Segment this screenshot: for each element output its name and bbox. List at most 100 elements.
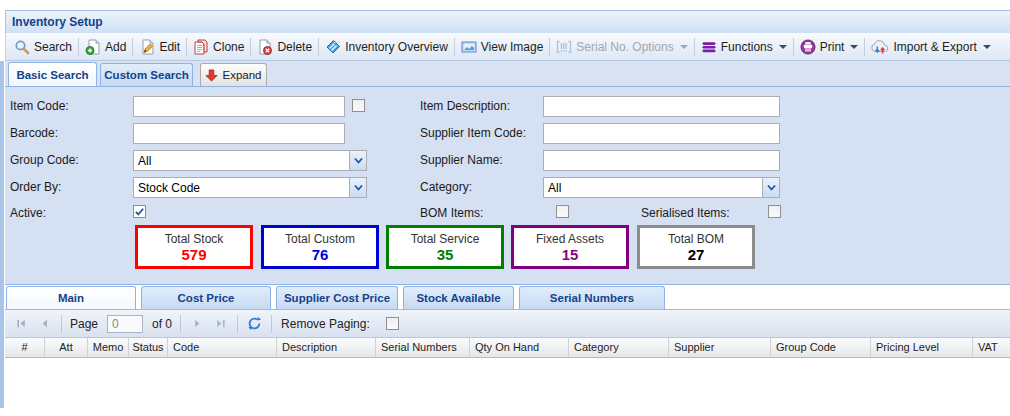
- toolbar-separator: [250, 38, 251, 56]
- functions-icon: [701, 39, 717, 55]
- grid-header: # Att Memo Status Code Description Seria…: [5, 337, 1010, 358]
- group-code-combo[interactable]: All: [133, 150, 367, 171]
- category-combo[interactable]: All: [543, 177, 780, 198]
- supplier-name-input[interactable]: [543, 150, 780, 171]
- column-header[interactable]: Supplier: [669, 338, 771, 357]
- serialised-items-checkbox[interactable]: [768, 205, 781, 218]
- toolbar-separator: [318, 38, 319, 56]
- dropdown-caret-icon: [983, 45, 991, 49]
- column-header[interactable]: #: [5, 338, 45, 357]
- first-page-button[interactable]: [14, 316, 29, 331]
- active-label: Active:: [10, 206, 46, 220]
- print-button[interactable]: Print: [796, 36, 863, 58]
- next-page-button[interactable]: [190, 316, 205, 331]
- supplier-item-code-label: Supplier Item Code:: [420, 126, 526, 140]
- toolbar-separator: [454, 38, 455, 56]
- total-service-box: Total Service 35: [386, 225, 504, 269]
- column-header[interactable]: VAT: [973, 338, 1010, 357]
- bom-items-checkbox[interactable]: [556, 205, 569, 218]
- search-tabstrip: Basic Search Custom Search Expand: [5, 61, 1010, 87]
- view-image-button[interactable]: View Image: [457, 36, 547, 58]
- print-icon: [800, 39, 816, 55]
- column-header[interactable]: Category: [569, 338, 669, 357]
- column-header[interactable]: Description: [277, 338, 376, 357]
- search-icon: [14, 39, 30, 55]
- chevron-down-icon: [354, 157, 363, 164]
- page-of-label: of 0: [152, 317, 172, 331]
- add-button[interactable]: Add: [81, 36, 130, 58]
- order-by-label: Order By:: [10, 180, 61, 194]
- paging-separator: [271, 315, 272, 333]
- delete-icon: [257, 39, 273, 55]
- tab-supplier-cost-price[interactable]: Supplier Cost Price: [276, 286, 398, 309]
- paging-separator: [180, 315, 181, 333]
- remove-paging-checkbox[interactable]: [386, 317, 399, 330]
- toolbar-separator: [864, 38, 865, 56]
- remove-paging-label: Remove Paging:: [281, 317, 370, 331]
- prev-page-button[interactable]: [37, 316, 52, 331]
- import-export-button[interactable]: Import & Export: [867, 36, 994, 58]
- search-button[interactable]: Search: [10, 36, 76, 58]
- delete-button[interactable]: Delete: [253, 36, 316, 58]
- grid-body: [5, 358, 1010, 416]
- add-icon: [85, 39, 101, 55]
- column-header[interactable]: Qty On Hand: [470, 338, 569, 357]
- column-header[interactable]: Status: [129, 338, 168, 357]
- tab-basic-search[interactable]: Basic Search: [8, 62, 97, 86]
- tab-stock-available[interactable]: Stock Available: [403, 286, 514, 309]
- item-code-input[interactable]: [133, 96, 345, 117]
- image-icon: [461, 39, 477, 55]
- chevron-down-icon: [767, 184, 776, 191]
- total-stock-box: Total Stock 579: [135, 225, 253, 269]
- dropdown-caret-icon: [850, 45, 858, 49]
- barcode-input[interactable]: [133, 123, 345, 144]
- tab-expand[interactable]: Expand: [200, 63, 267, 86]
- expand-arrow-icon: [205, 69, 218, 82]
- supplier-item-code-input[interactable]: [543, 123, 780, 144]
- chevron-down-icon: [354, 184, 363, 191]
- tab-custom-search[interactable]: Custom Search: [100, 63, 193, 86]
- active-checkbox[interactable]: [133, 205, 146, 218]
- category-label: Category:: [420, 180, 472, 194]
- edit-icon: [139, 39, 155, 55]
- toolbar-separator: [549, 38, 550, 56]
- last-page-button[interactable]: [213, 316, 228, 331]
- clone-button[interactable]: Clone: [189, 36, 248, 58]
- refresh-button[interactable]: [247, 316, 262, 331]
- column-header[interactable]: Memo: [88, 338, 129, 357]
- page-label: Page: [70, 317, 98, 331]
- bom-items-label: BOM Items:: [420, 206, 483, 220]
- functions-button[interactable]: Functions: [697, 36, 791, 58]
- edit-button[interactable]: Edit: [135, 36, 184, 58]
- tab-cost-price[interactable]: Cost Price: [141, 286, 271, 309]
- dropdown-caret-icon: [680, 45, 688, 49]
- inventory-overview-button[interactable]: Inventory Overview: [321, 36, 452, 58]
- serialised-items-label: Serialised Items:: [641, 206, 730, 220]
- column-header[interactable]: Pricing Level: [871, 338, 973, 357]
- column-header[interactable]: Code: [168, 338, 277, 357]
- tab-serial-numbers[interactable]: Serial Numbers: [519, 286, 665, 309]
- toolbar-separator: [132, 38, 133, 56]
- column-header[interactable]: Att: [45, 338, 88, 357]
- page-number-input[interactable]: [107, 315, 143, 333]
- column-header[interactable]: Group Code: [771, 338, 871, 357]
- check-icon: [134, 206, 145, 217]
- order-by-combo[interactable]: Stock Code: [133, 177, 367, 198]
- item-code-checkbox[interactable]: [352, 99, 365, 112]
- toolbar-separator: [793, 38, 794, 56]
- combo-dropdown-button[interactable]: [349, 151, 366, 170]
- tag-icon: [325, 39, 341, 55]
- toolbar-separator: [186, 38, 187, 56]
- combo-dropdown-button[interactable]: [349, 178, 366, 197]
- column-header[interactable]: Serial Numbers: [376, 338, 470, 357]
- supplier-name-label: Supplier Name:: [420, 153, 503, 167]
- item-description-input[interactable]: [543, 96, 780, 117]
- tab-main[interactable]: Main: [6, 286, 136, 309]
- panel-title: Inventory Setup: [5, 10, 1010, 33]
- serial-no-options-button[interactable]: Serial No. Options: [552, 36, 691, 58]
- combo-dropdown-button[interactable]: [762, 178, 779, 197]
- total-bom-box: Total BOM 27: [637, 225, 755, 269]
- total-custom-box: Total Custom 76: [261, 225, 379, 269]
- inventory-setup-panel: Inventory Setup Search Add Edit Clone De…: [5, 10, 1010, 416]
- item-description-label: Item Description:: [420, 99, 510, 113]
